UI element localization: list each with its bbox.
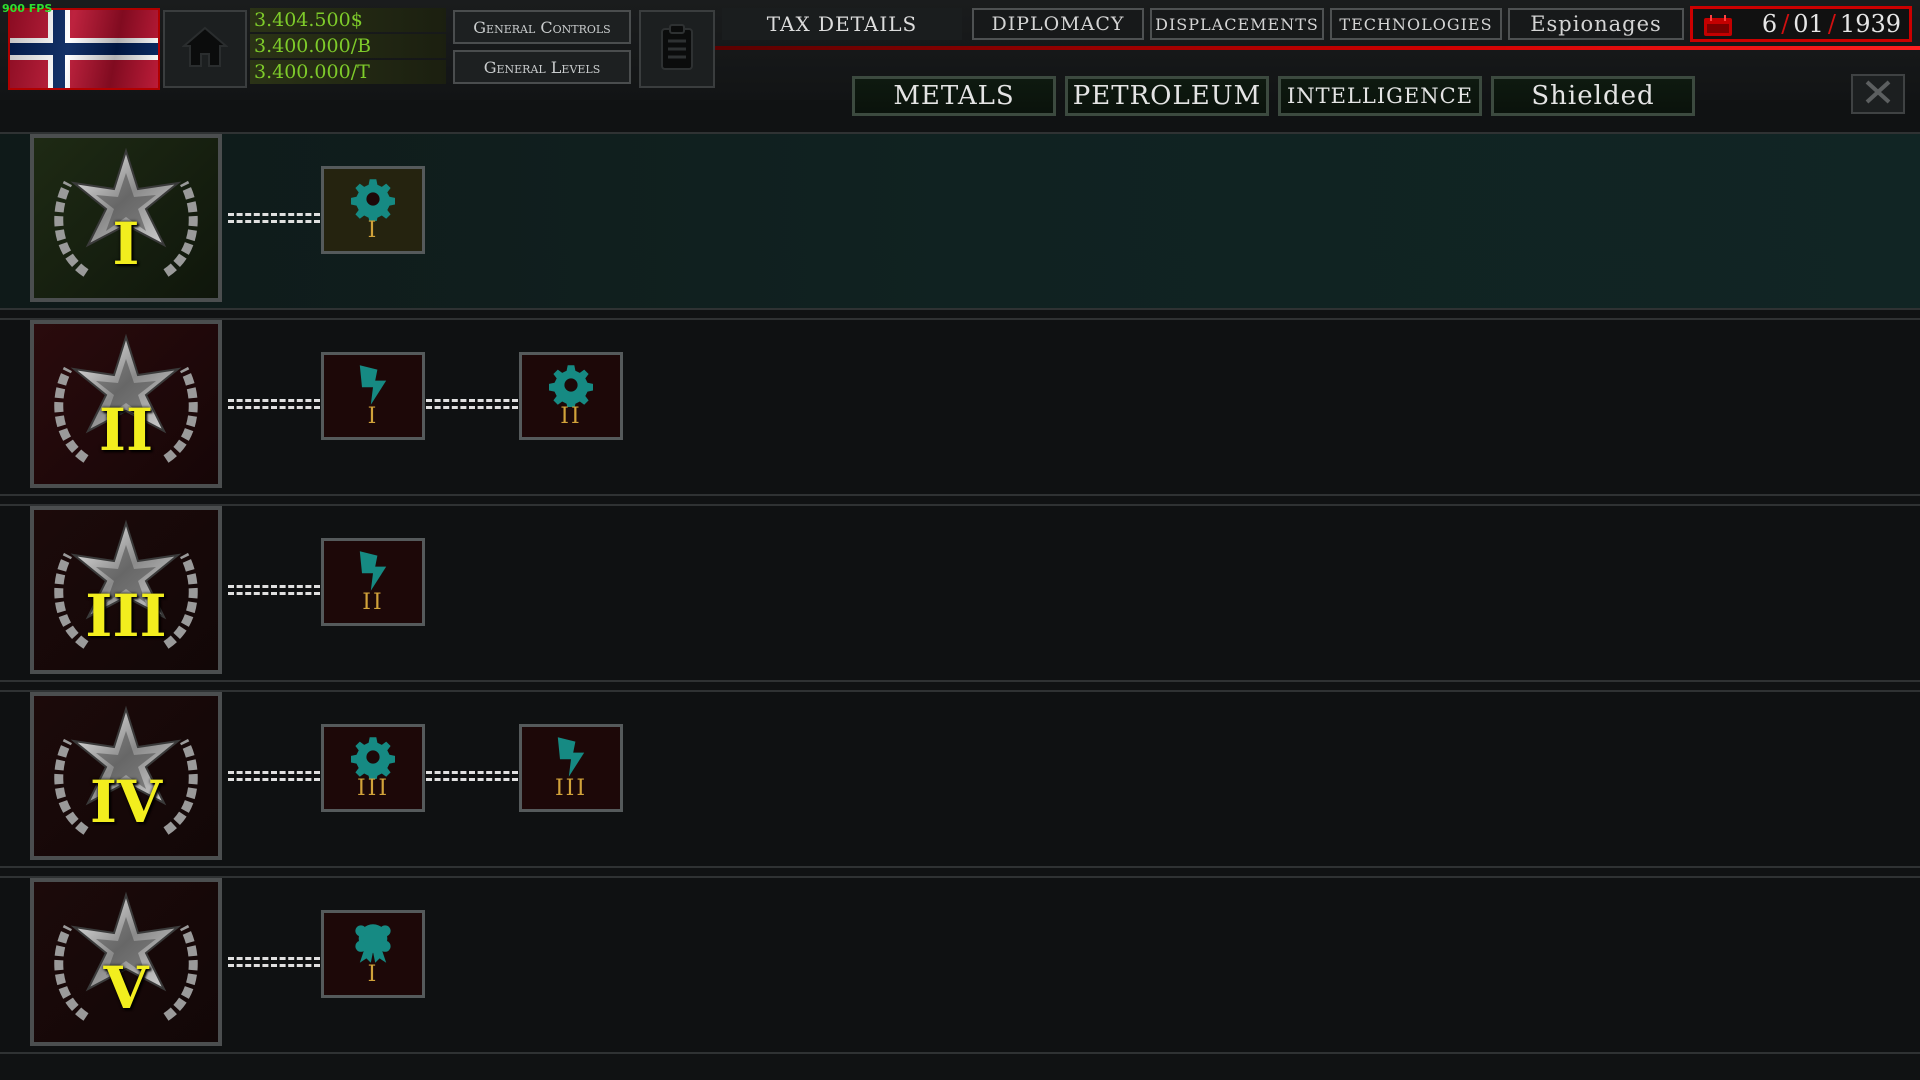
tier-medal[interactable]: II xyxy=(30,320,222,488)
lightning-icon xyxy=(351,363,395,407)
date-separator: / xyxy=(1781,10,1790,38)
nation-flag[interactable] xyxy=(8,8,160,90)
game-date[interactable]: 6 / 01 / 1939 xyxy=(1690,6,1912,42)
home-icon xyxy=(181,26,229,72)
lightning-icon xyxy=(549,735,593,779)
tier-row: IIIII xyxy=(0,318,1920,496)
calendar-icon xyxy=(1703,15,1733,43)
tab-espionages[interactable]: Espionages xyxy=(1508,8,1684,40)
filter-metals[interactable]: METALS xyxy=(852,76,1056,116)
tier-row: II xyxy=(0,132,1920,310)
gear-icon xyxy=(549,363,593,407)
lightning-icon xyxy=(351,549,395,593)
node-level: I xyxy=(367,404,379,429)
filter-shielded[interactable]: Shielded xyxy=(1491,76,1695,116)
close-button[interactable] xyxy=(1851,74,1905,114)
upgrade-node[interactable]: I xyxy=(321,352,425,440)
upgrade-node[interactable]: I xyxy=(321,910,425,998)
tier-medal[interactable]: I xyxy=(30,134,222,302)
date-day: 6 xyxy=(1761,10,1778,38)
tier-connector xyxy=(426,399,518,409)
tier-connector xyxy=(426,771,518,781)
date-separator: / xyxy=(1827,10,1836,38)
node-level: II xyxy=(560,404,582,429)
general-controls-button[interactable]: General Controls xyxy=(453,10,631,44)
rosette-icon xyxy=(351,921,395,965)
general-levels-button[interactable]: General Levels xyxy=(453,50,631,84)
tier-medal[interactable]: V xyxy=(30,878,222,1046)
tier-medal[interactable]: III xyxy=(30,506,222,674)
node-level: I xyxy=(367,218,379,243)
resource-panel: 3.404.500$ 3.400.000/B 3.400.000/T xyxy=(250,8,446,86)
clipboard-button[interactable] xyxy=(639,10,715,88)
home-button[interactable] xyxy=(163,10,247,88)
upgrade-node[interactable]: III xyxy=(519,724,623,812)
tier-row: IIIII xyxy=(0,504,1920,682)
tier-connector xyxy=(228,213,320,223)
tier-row: IV III III xyxy=(0,690,1920,868)
filter-intelligence[interactable]: INTELLIGENCE xyxy=(1278,76,1482,116)
tier-connector xyxy=(228,585,320,595)
tier-numeral: II xyxy=(98,396,154,464)
tab-tax-details[interactable]: TAX DETAILS xyxy=(722,8,962,40)
node-level: III xyxy=(356,776,390,801)
filter-petroleum[interactable]: PETROLEUM xyxy=(1065,76,1269,116)
close-icon xyxy=(1863,79,1893,109)
money-value: 3.404.500$ xyxy=(250,8,446,32)
upgrade-node[interactable]: I xyxy=(321,166,425,254)
tab-diplomacy[interactable]: DIPLOMACY xyxy=(972,8,1144,40)
tier-connector xyxy=(228,771,320,781)
date-month: 01 xyxy=(1793,10,1824,38)
clipboard-icon xyxy=(659,23,695,75)
node-level: III xyxy=(554,776,588,801)
date-year: 1939 xyxy=(1839,10,1901,38)
tab-technologies[interactable]: TECHNOLOGIES xyxy=(1330,8,1502,40)
gear-icon xyxy=(351,735,395,779)
metal-value: 3.400.000/T xyxy=(250,60,446,84)
tier-connector xyxy=(228,399,320,409)
oil-value: 3.400.000/B xyxy=(250,34,446,58)
node-level: I xyxy=(367,962,379,987)
tier-row: VI xyxy=(0,876,1920,1054)
top-accent-line xyxy=(715,46,1920,50)
tier-numeral: V xyxy=(103,954,149,1022)
tab-displacements[interactable]: DISPLACEMENTS xyxy=(1150,8,1324,40)
tier-numeral: I xyxy=(112,210,140,278)
node-level: II xyxy=(362,590,384,615)
tier-connector xyxy=(228,957,320,967)
gear-icon xyxy=(351,177,395,221)
upgrade-node[interactable]: II xyxy=(321,538,425,626)
fps-counter: 900 FPS xyxy=(2,2,53,15)
upgrade-node[interactable]: III xyxy=(321,724,425,812)
tier-numeral: IV xyxy=(89,768,163,836)
upgrade-node[interactable]: II xyxy=(519,352,623,440)
tier-numeral: III xyxy=(85,582,167,650)
tier-medal[interactable]: IV xyxy=(30,692,222,860)
